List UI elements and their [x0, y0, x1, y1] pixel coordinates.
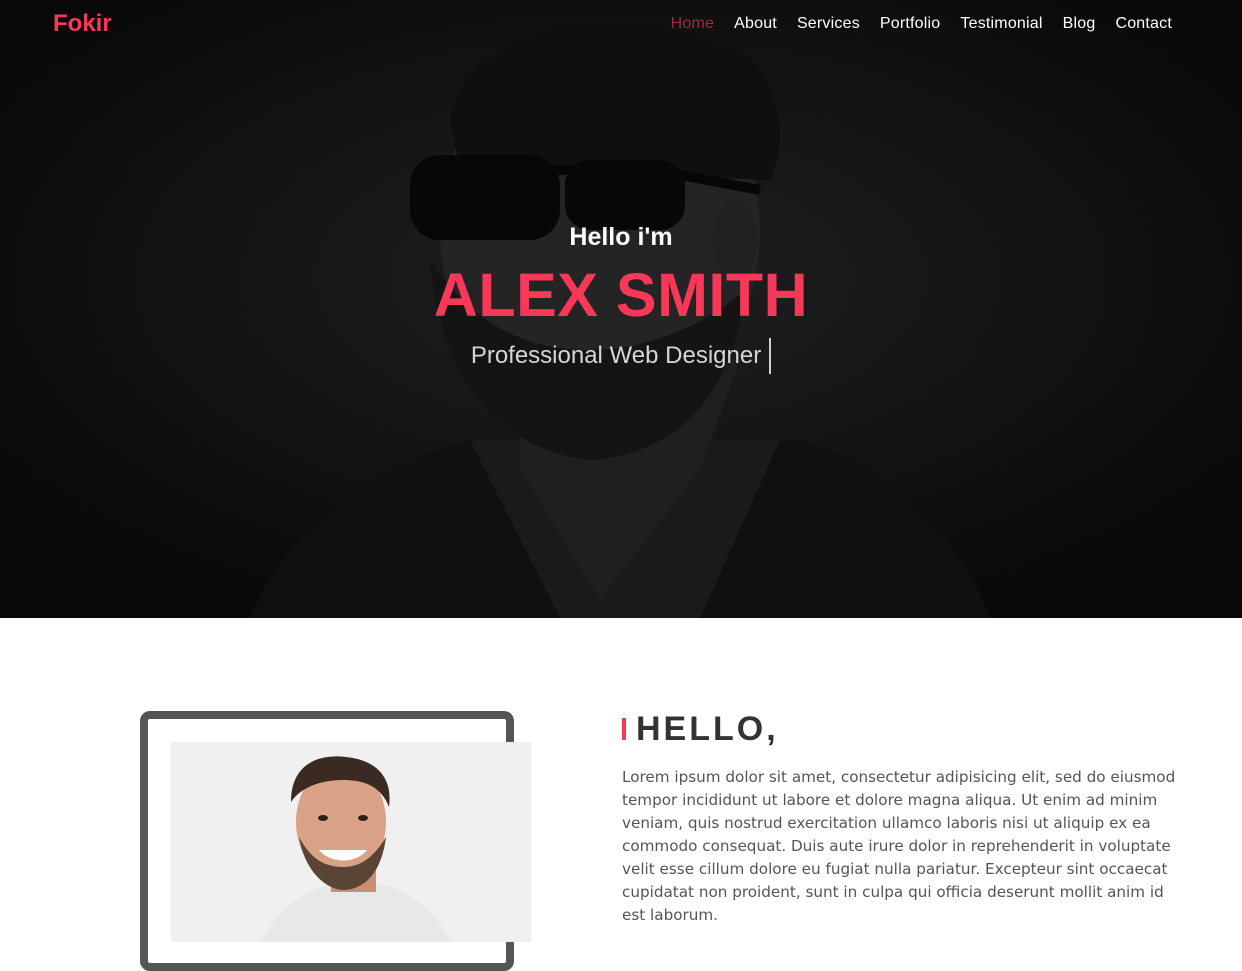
about-heading-text: HELLO,: [636, 710, 779, 748]
nav-item-home[interactable]: Home: [661, 14, 724, 34]
hero-greeting: Hello i'm: [569, 223, 673, 251]
nav-item-portfolio[interactable]: Portfolio: [870, 14, 951, 34]
about-paragraph: Lorem ipsum dolor sit amet, consectetur …: [622, 768, 1176, 924]
hero-role-wrap: Professional Web Designer: [0, 338, 1242, 377]
brand-logo[interactable]: Fokir: [53, 10, 112, 38]
nav-item-testimonial[interactable]: Testimonial: [950, 14, 1052, 34]
hero-name: ALEX SMITH: [433, 261, 809, 329]
profile-portrait-image: [171, 742, 531, 942]
heading-accent-bar: [622, 718, 626, 740]
about-heading: HELLO,: [622, 708, 779, 750]
nav-item-about[interactable]: About: [724, 14, 787, 34]
nav-item-contact[interactable]: Contact: [1105, 14, 1182, 34]
main-nav: Home About Services Portfolio Testimonia…: [661, 14, 1182, 34]
nav-item-blog[interactable]: Blog: [1053, 14, 1106, 34]
about-profile-photo: [171, 742, 531, 942]
nav-item-services[interactable]: Services: [787, 14, 870, 34]
hero-role-typed-text: Professional Web Designer: [471, 338, 772, 374]
hero-text-block: Hello i'm ALEX SMITH Professional Web De…: [0, 220, 1242, 377]
